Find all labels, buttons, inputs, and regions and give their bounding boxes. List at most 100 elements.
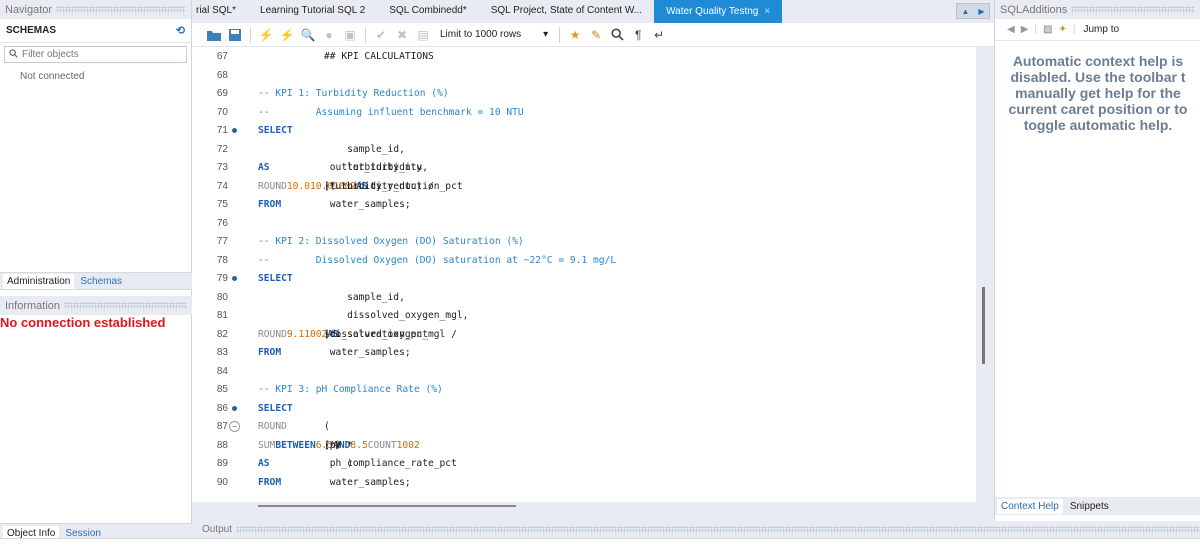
doc-tab-learning-tutorial-sql-2[interactable]: Learning Tutorial SQL 2 <box>248 0 377 23</box>
code-line[interactable]: 85 -- KPI 3: pH Compliance Rate (%) <box>192 381 976 399</box>
code-line[interactable]: 79 SELECT <box>192 270 976 288</box>
connection-status: Not connected <box>20 71 85 82</box>
code-token: 100 <box>396 439 414 451</box>
arrow-right-icon[interactable]: ▶ <box>978 7 984 16</box>
code-line[interactable]: 89 ) AS ph_compliance_rate_pct <box>192 455 976 473</box>
line-number: 78 <box>216 254 228 266</box>
code-line[interactable]: 71 SELECT <box>192 122 976 140</box>
code-token: sample_id, <box>324 291 405 303</box>
open-folder-icon[interactable] <box>206 27 222 43</box>
refresh-icon[interactable]: ⟲ <box>176 24 185 37</box>
grip-dots[interactable] <box>64 302 187 309</box>
tab-snippets[interactable]: Snippets <box>1066 499 1113 514</box>
fold-toggle-icon[interactable]: − <box>229 421 240 432</box>
invisible-chars-icon[interactable]: ¶ <box>630 27 646 43</box>
grip-dots[interactable] <box>56 6 186 13</box>
doc-tab-tutorial-sql[interactable]: rial SQL* <box>192 0 248 23</box>
sql-additions-panel: SQLAdditions ◀ ▶ | ▧ ✦ | Jump to Automat… <box>994 0 1200 521</box>
code-line[interactable]: 76 <box>192 215 976 233</box>
code-token: SELECT <box>258 273 293 284</box>
explain-icon[interactable]: 🔍 <box>300 27 316 43</box>
code-line[interactable]: 72 sample_id, <box>192 141 976 159</box>
line-number: 85 <box>216 384 228 395</box>
code-line[interactable]: 81 dissolved_oxygen_mgl, <box>192 307 976 325</box>
code-token: water_samples; <box>324 199 411 210</box>
code-line[interactable]: 88 SUM (pH BETWEEN 6.5 AND 8.5) / COUNT (*… <box>192 437 976 455</box>
limit-rows-label: Limit to 1000 rows <box>440 29 522 40</box>
line-number: 89 <box>216 458 228 469</box>
toggle-continue-icon[interactable]: ▣ <box>342 27 358 43</box>
line-number: 73 <box>216 162 228 173</box>
statement-marker-icon[interactable] <box>232 128 237 133</box>
tab-administration[interactable]: Administration <box>3 273 75 289</box>
sql-editor[interactable]: 67 ## KPI CALCULATIONS 68 69 -- KPI 1: Turbi… <box>192 47 976 502</box>
code-line[interactable]: 83 FROM water_samples; <box>192 344 976 362</box>
autocommit-icon[interactable]: ▤ <box>415 27 431 43</box>
save-icon[interactable] <box>227 27 243 43</box>
back-icon[interactable]: ◀ <box>1007 24 1015 35</box>
tab-schemas[interactable]: Schemas <box>76 274 126 289</box>
code-line[interactable]: 74 ROUND((10.0 - turbidity_ntu) / 10.0 *… <box>192 178 976 196</box>
code-token: water_samples; <box>324 476 411 488</box>
code-text: FROM water_samples; <box>258 474 411 492</box>
code-line[interactable]: 70 -- Assuming influent benchmark = 10 NT… <box>192 104 976 122</box>
information-header: Information <box>0 296 192 315</box>
tab-context-help[interactable]: Context Help <box>997 498 1063 514</box>
line-number: 81 <box>216 310 228 321</box>
execute-icon[interactable]: ⚡ <box>258 27 274 43</box>
code-line[interactable]: 87− ROUND ( <box>192 418 976 436</box>
code-line[interactable]: 75 FROM water_samples; <box>192 196 976 214</box>
code-line[interactable]: 90 FROM water_samples; <box>192 474 976 492</box>
doc-tab-water-quality[interactable]: Water Quality Testng × <box>654 0 783 23</box>
statement-marker-icon[interactable] <box>232 405 237 411</box>
code-token: do_saturation_pct <box>324 328 428 340</box>
stop-icon[interactable]: ● <box>321 27 337 43</box>
code-line[interactable]: 84 <box>192 363 976 381</box>
code-token: , <box>324 439 336 451</box>
code-line[interactable]: 68 <box>192 67 976 85</box>
beautify-icon[interactable]: ✎ <box>588 27 604 43</box>
context-help-message: Automatic context help is disabled. Use … <box>1008 53 1188 133</box>
statement-marker-icon[interactable] <box>232 276 237 281</box>
grip-dots[interactable] <box>236 526 1200 533</box>
grip-dots[interactable] <box>1071 6 1195 13</box>
wrap-lines-icon[interactable]: ↵ <box>651 27 667 43</box>
code-line[interactable]: 73 turbidity_ntu AS outlet_turbidity, <box>192 159 976 177</box>
forward-icon[interactable]: ▶ <box>1021 24 1029 35</box>
code-line[interactable]: 67 ## KPI CALCULATIONS <box>192 48 976 66</box>
toolbar-separator: | <box>1034 24 1038 35</box>
code-line[interactable]: 80 sample_id, <box>192 289 976 307</box>
code-token: ( <box>324 421 330 432</box>
horizontal-scrollbar[interactable] <box>258 505 516 507</box>
rollback-icon[interactable]: ✖ <box>394 27 410 43</box>
filter-input[interactable]: Filter objects <box>4 46 187 63</box>
tab-navigation-arrows[interactable]: ▲ ▶ <box>956 3 990 19</box>
manual-help-icon[interactable]: ▧ <box>1043 24 1052 35</box>
add-snippet-icon[interactable]: ★ <box>567 27 583 43</box>
limit-rows-select[interactable]: Limit to 1000 rows ▾ <box>440 29 548 40</box>
arrow-up-icon[interactable]: ▲ <box>961 7 969 16</box>
code-line[interactable]: 69 -- KPI 1: Turbidity Reduction (%) <box>192 85 976 103</box>
find-icon[interactable] <box>609 27 625 43</box>
doc-tab-sql-project[interactable]: SQL Project, State of Content W... <box>479 0 654 23</box>
jump-to-select[interactable]: Jump to <box>1083 24 1119 35</box>
code-line[interactable]: 77 -- KPI 2: Dissolved Oxygen (DO) Satura… <box>192 233 976 251</box>
close-icon[interactable]: × <box>764 6 770 17</box>
code-token: ## KPI CALCULATIONS <box>324 51 434 62</box>
navigator-title: Navigator <box>5 3 53 16</box>
code-line[interactable]: 78 -- Dissolved Oxygen (DO) saturation at… <box>192 252 976 270</box>
execute-current-icon[interactable]: ⚡ <box>279 27 295 43</box>
code-token: dissolved_oxygen_mgl, <box>324 310 469 321</box>
vertical-scrollbar[interactable] <box>982 287 985 364</box>
code-token: AS <box>258 458 270 469</box>
auto-help-icon[interactable]: ✦ <box>1058 24 1066 35</box>
code-line[interactable]: 82 ROUND (dissolved_oxygen_mgl / 9.1 * 10… <box>192 326 976 344</box>
schemas-row: SCHEMAS ⟲ <box>0 19 191 43</box>
code-line[interactable]: 86 SELECT <box>192 400 976 418</box>
line-number: 72 <box>216 143 228 155</box>
line-number: 82 <box>216 328 228 340</box>
code-token: ROUND <box>258 328 287 340</box>
code-token: -- KPI 1: Turbidity Reduction (%) <box>258 88 449 99</box>
commit-icon[interactable]: ✔ <box>373 27 389 43</box>
doc-tab-sql-combinedd[interactable]: SQL Combinedd* <box>377 0 478 23</box>
